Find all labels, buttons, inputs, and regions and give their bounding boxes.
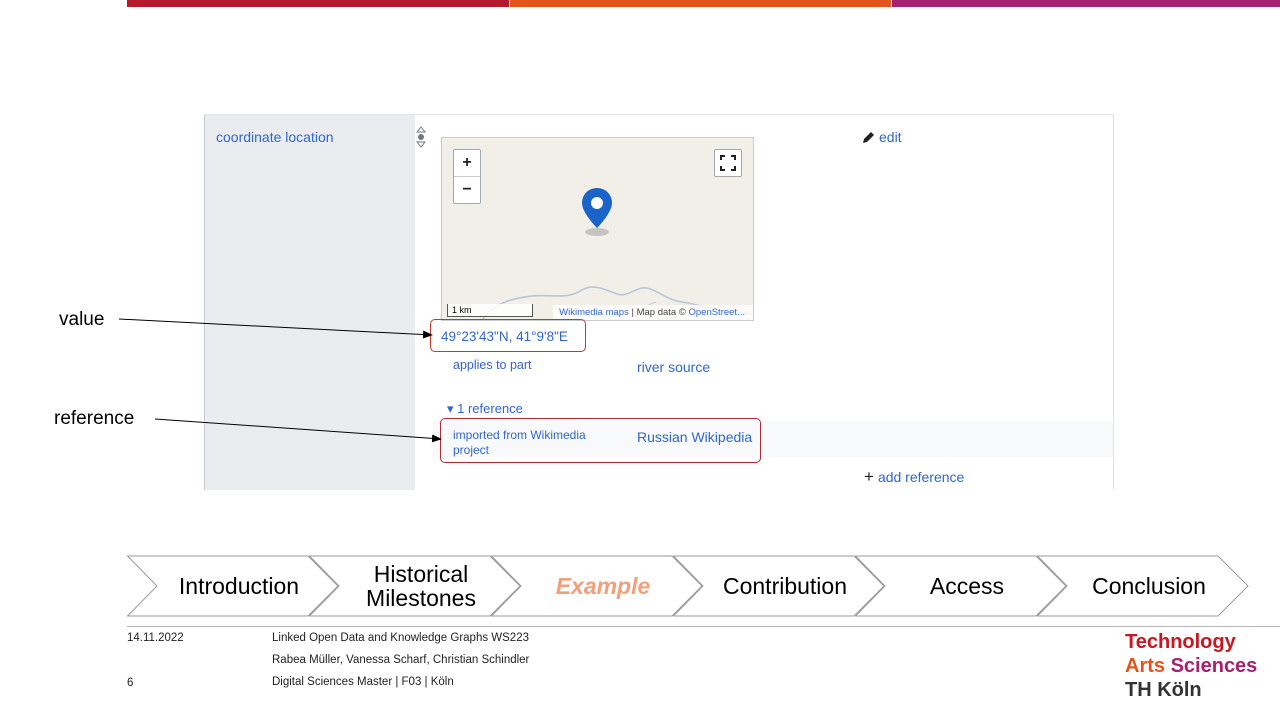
property-link[interactable]: coordinate location [216,129,334,145]
rank-selector-icon[interactable] [416,125,426,149]
add-reference-link[interactable]: + add reference [864,467,964,487]
nav-step-access[interactable]: Access [855,555,1067,617]
footer-divider [127,626,1280,627]
pencil-icon [863,132,874,143]
zoom-controls: + − [453,149,481,204]
nav-step-contribution[interactable]: Contribution [673,555,885,617]
top-bar-purple [892,0,1280,7]
fullscreen-button[interactable] [714,149,742,177]
logo-th-koeln: TH Köln [1125,679,1202,701]
wikimedia-maps-link[interactable]: Wikimedia maps [559,307,629,318]
property-column: coordinate location [204,115,415,490]
wikidata-statement-screenshot: coordinate location + − 1 km Wikimedia m… [204,114,1114,491]
value-callout-label: value [59,309,105,330]
footer-authors: Rabea Müller, Vanessa Scharf, Christian … [272,654,530,666]
map-scale: 1 km [447,304,533,317]
nav-step-example[interactable]: Example [491,555,703,617]
top-bar-red [127,0,509,7]
nav-step-introduction[interactable]: Introduction [127,555,339,617]
footer-page-number: 6 [127,677,134,689]
nav-step-historical-milestones[interactable]: Historical Milestones [309,555,521,617]
fullscreen-icon [720,155,736,171]
qualifier-property[interactable]: applies to part [453,358,532,372]
footer-program: Digital Sciences Master | F03 | Köln [272,676,454,688]
coordinate-map[interactable]: + − 1 km Wikimedia maps | Map data © Ope… [441,137,754,321]
footer-date: 14.11.2022 [127,632,184,644]
coordinate-value[interactable]: 49°23'43"N, 41°9'8"E [441,329,568,344]
logo-technology: Technology [1125,631,1236,653]
reference-value[interactable]: Russian Wikipedia [637,429,752,445]
reference-callout-label: reference [54,408,135,429]
osm-link[interactable]: OpenStreet... [688,307,745,318]
footer-course: Linked Open Data and Knowledge Graphs WS… [272,632,529,644]
edit-link[interactable]: edit [862,129,902,145]
zoom-in-button[interactable]: + [454,150,480,177]
map-marker-icon [582,188,612,236]
reference-property[interactable]: imported from Wikimedia project [453,428,613,458]
top-bar-orange [510,0,891,7]
references-toggle[interactable]: ▾ 1 reference [447,401,523,417]
map-attribution: Wikimedia maps | Map data © OpenStreet..… [553,305,753,320]
plus-icon: + [864,467,874,486]
qualifier-value[interactable]: river source [637,359,710,375]
logo-arts-sciences: Arts Sciences [1125,655,1258,677]
nav-step-conclusion[interactable]: Conclusion [1037,555,1249,617]
zoom-out-button[interactable]: − [454,177,480,203]
